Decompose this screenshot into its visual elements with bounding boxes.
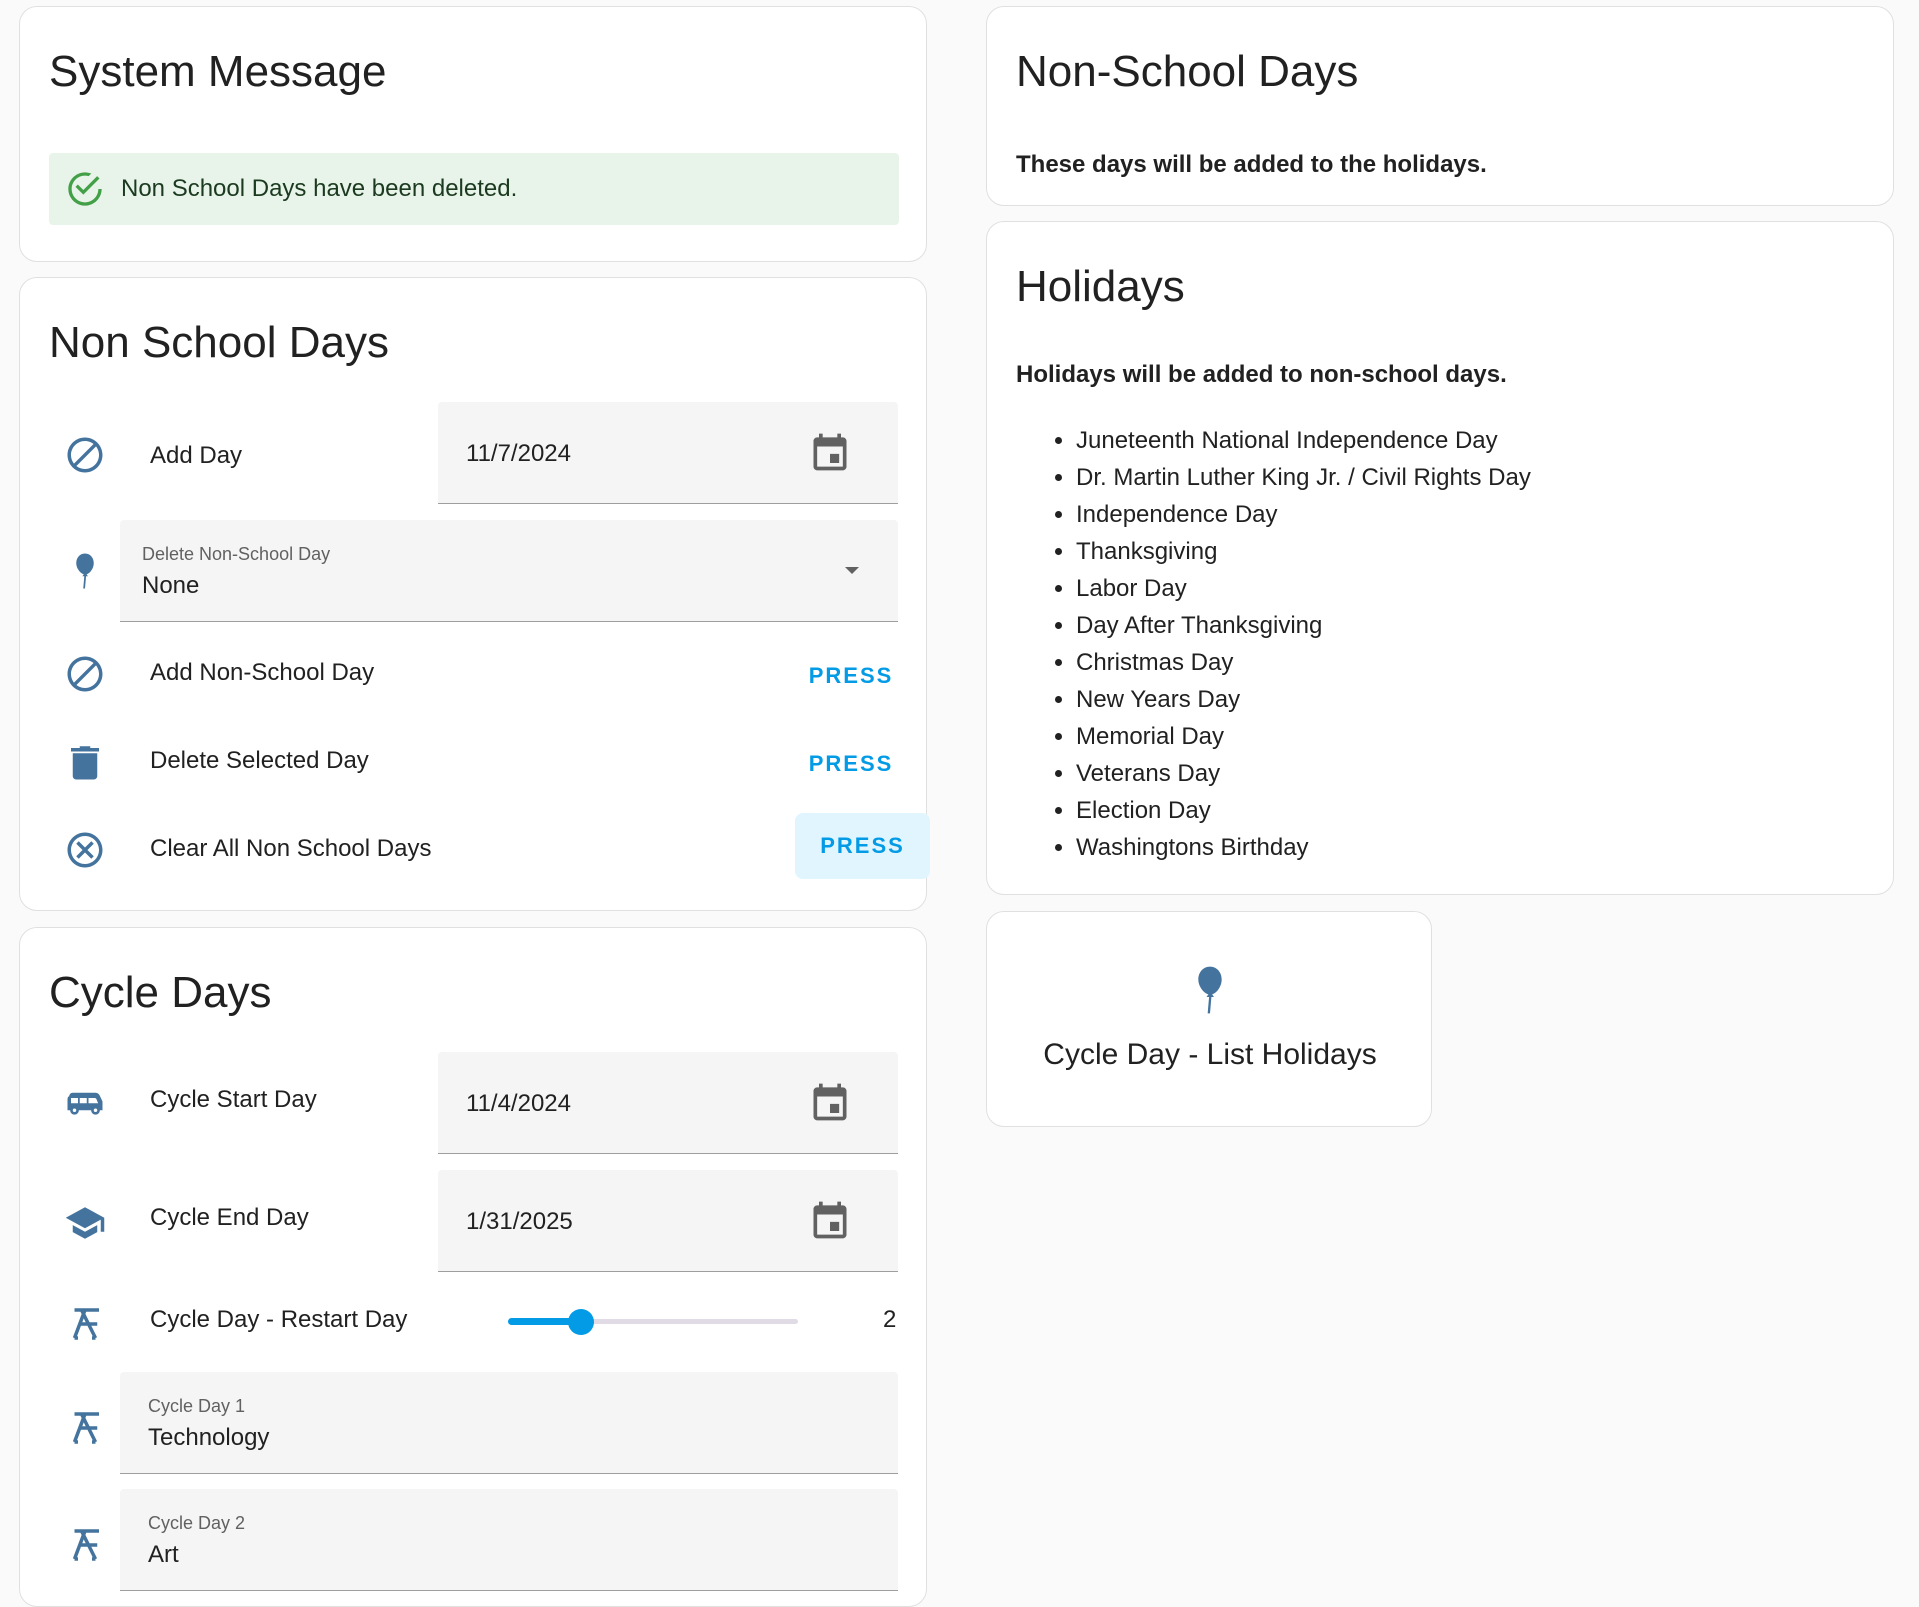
success-alert: Non School Days have been deleted. [49, 153, 899, 225]
holiday-item: Memorial Day [1076, 718, 1531, 755]
add-non-school-day-label: Add Non-School Day [150, 659, 375, 686]
card-title: Non-School Days [1016, 47, 1359, 96]
slider-thumb[interactable] [567, 1309, 594, 1335]
balloon-icon [64, 550, 106, 592]
non-school-days-card: Non School Days Add Day 11/7/2024 Delete… [19, 277, 930, 911]
delete-select-value: None [142, 572, 200, 599]
alert-text: Non School Days have been deleted. [121, 175, 518, 202]
holiday-item: Election Day [1076, 792, 1531, 829]
check-circle-icon [65, 169, 105, 209]
dropdown-arrow-icon[interactable] [840, 558, 864, 582]
cycle-end-label: Cycle End Day [150, 1204, 309, 1231]
trash-icon [64, 741, 106, 783]
add-day-date-input[interactable]: 11/7/2024 [438, 402, 898, 504]
restart-day-value: 2 [883, 1306, 897, 1333]
cycle-start-label: Cycle Start Day [150, 1086, 317, 1113]
holiday-item: Thanksgiving [1076, 533, 1531, 570]
desk-chair-icon [64, 1407, 106, 1449]
holiday-item: Juneteenth National Independence Day [1076, 422, 1531, 459]
holiday-item: New Years Day [1076, 681, 1531, 718]
list-holidays-button[interactable]: Cycle Day - List Holidays [986, 911, 1432, 1127]
calendar-icon[interactable] [808, 430, 852, 474]
list-holidays-label: Cycle Day - List Holidays [1043, 1038, 1377, 1071]
calendar-icon[interactable] [808, 1080, 852, 1124]
cycle-day-2-input[interactable]: Cycle Day 2 Art [120, 1489, 898, 1591]
balloon-icon [1182, 962, 1238, 1018]
holiday-item: Veterans Day [1076, 755, 1531, 792]
holiday-item: Washingtons Birthday [1076, 829, 1531, 866]
cycle-day-2-label: Cycle Day 2 [148, 1513, 246, 1533]
cycle-end-date-value: 1/31/2025 [466, 1208, 573, 1235]
graduation-cap-icon [64, 1202, 106, 1244]
cycle-end-date-input[interactable]: 1/31/2025 [438, 1170, 898, 1272]
desk-chair-icon [64, 1524, 106, 1566]
add-non-school-day-press-button[interactable]: PRESS [795, 646, 907, 706]
holidays-card: Holidays Holidays will be added to non-s… [986, 221, 1894, 895]
desk-chair-icon [64, 1303, 106, 1345]
card-title: Holidays [1016, 262, 1185, 311]
cycle-start-date-value: 11/4/2024 [466, 1090, 571, 1117]
holiday-item: Labor Day [1076, 570, 1531, 607]
cancel-icon [64, 653, 106, 695]
delete-selected-day-label: Delete Selected Day [150, 747, 369, 774]
info-description: These days will be added to the holidays… [1016, 151, 1487, 178]
bus-icon [64, 1084, 106, 1126]
holiday-list: Juneteenth National Independence DayDr. … [1016, 422, 1531, 866]
delete-selected-day-press-button[interactable]: PRESS [795, 734, 907, 794]
system-message-card: System Message Non School Days have been… [19, 6, 927, 262]
holiday-item: Dr. Martin Luther King Jr. / Civil Right… [1076, 459, 1531, 496]
cycle-start-date-input[interactable]: 11/4/2024 [438, 1052, 898, 1154]
calendar-icon[interactable] [808, 1198, 852, 1242]
card-title: Non School Days [49, 318, 389, 367]
cycle-day-1-input[interactable]: Cycle Day 1 Technology [120, 1372, 898, 1474]
cancel-icon [64, 434, 106, 476]
cycle-day-2-value: Art [148, 1541, 179, 1568]
restart-day-slider[interactable] [508, 1306, 798, 1336]
delete-select-label: Delete Non-School Day [142, 544, 331, 564]
clear-all-press-button[interactable]: PRESS [795, 813, 930, 879]
cycle-day-1-value: Technology [148, 1424, 270, 1451]
restart-day-label: Cycle Day - Restart Day [150, 1306, 408, 1333]
holiday-item: Day After Thanksgiving [1076, 607, 1531, 644]
holiday-item: Christmas Day [1076, 644, 1531, 681]
non-school-days-info-card: Non-School Days These days will be added… [986, 6, 1894, 206]
add-day-label: Add Day [150, 442, 243, 469]
card-title: System Message [49, 47, 387, 96]
cycle-day-1-label: Cycle Day 1 [148, 1396, 246, 1416]
card-title: Cycle Days [49, 968, 272, 1017]
close-circle-icon [64, 829, 106, 871]
clear-all-label: Clear All Non School Days [150, 835, 432, 862]
cycle-days-card: Cycle Days Cycle Start Day 11/4/2024 Cyc… [19, 927, 927, 1607]
add-day-date-value: 11/7/2024 [466, 440, 571, 467]
holiday-item: Independence Day [1076, 496, 1531, 533]
delete-non-school-day-select[interactable]: Delete Non-School Day None [120, 520, 898, 622]
holidays-description: Holidays will be added to non-school day… [1016, 361, 1507, 388]
